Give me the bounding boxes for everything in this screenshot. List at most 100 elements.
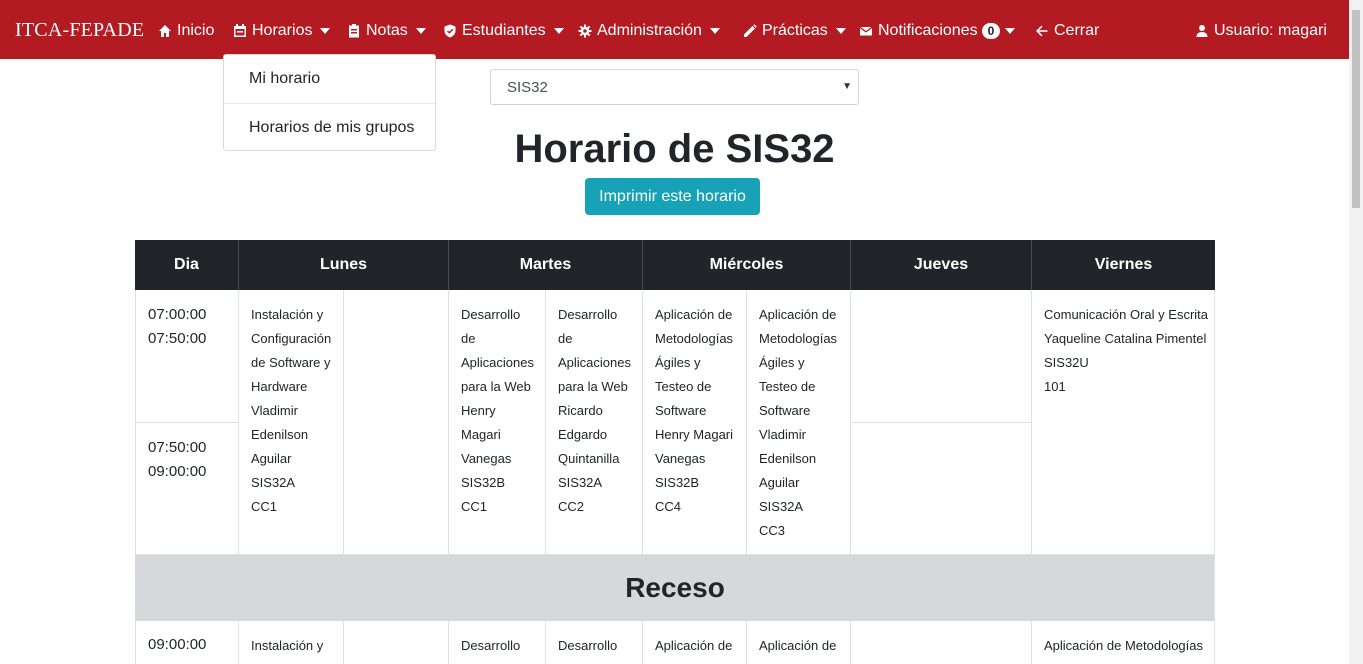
class-cell-martes-1[interactable]: Desarrollo de Aplicaciones para la Web Henry… [448,290,545,555]
class-info-line: SIS32A [558,475,603,490]
class-cell-miercoles-1-b2[interactable]: Aplicación de [642,621,746,664]
class-cell-miercoles-2-b2[interactable]: Aplicación de [746,621,850,664]
class-cell-martes-1-b2[interactable]: Desarrollo [448,621,545,664]
class-info-line: Yaqueline Catalina Pimentel [1044,331,1207,346]
class-info-line: CC1 [461,499,488,514]
empty-cell-lunes-b2 [343,621,448,664]
nav-estudiantes[interactable]: Estudiantes [443,20,564,42]
header-lunes: Lunes [238,240,448,290]
class-info-line: Aplicaciones [558,355,631,370]
class-info-line: CC1 [251,499,278,514]
class-cell-lunes[interactable]: Instalación y Configuración de Software y H… [238,290,343,555]
class-info-line: Software [655,403,707,418]
nav-estudiantes-label: Estudiantes [462,22,546,39]
class-info-line: CC4 [655,499,682,514]
class-cell-miercoles-1[interactable]: Aplicación de Metodologías Ágiles y Testeo … [642,290,746,555]
notification-count-badge: 0 [981,23,1001,39]
nav-cerrar[interactable]: Cerrar [1035,20,1099,42]
pencil-icon [743,24,757,38]
class-info-line: Testeo de [655,379,712,394]
class-cell-lunes-b2[interactable]: Instalación y [238,621,343,664]
clipboard-icon [347,24,361,38]
dropdown-item-horarios-grupos[interactable]: Horarios de mis grupos [224,104,435,152]
brand-logo[interactable]: ITCA-FEPADE [15,19,144,42]
class-info-line: Edgardo [558,427,608,442]
class-info-line: SIS32A [251,475,296,490]
class-info-line: Aguilar [759,475,800,490]
class-info-line: Metodologías [655,331,734,346]
select-arrow-icon: ▼ [842,81,852,92]
class-info-line: Metodologías [759,331,838,346]
class-cell-martes-2-b2[interactable]: Desarrollo [545,621,642,664]
class-cell-martes-2[interactable]: Desarrollo de Aplicaciones para la Web Ricar… [545,290,642,555]
user-icon [1195,24,1209,38]
time-slot-1: 07:00:00 07:50:00 [135,290,238,423]
group-select[interactable]: SIS32 ▼ [490,69,859,105]
group-select-value: SIS32 [507,79,548,96]
chevron-down-icon [320,28,331,34]
class-info-line: Aplicaciones [461,355,534,370]
class-info-line: Desarrollo [461,307,521,322]
class-info-line: de [558,331,573,346]
empty-cell-lunes [343,290,448,555]
class-cell-viernes[interactable]: Comunicación Oral y Escrita Yaqueline Cat… [1031,290,1215,555]
header-dia: Dia [174,256,199,273]
class-cell-miercoles-2[interactable]: Aplicación de Metodologías Ágiles y Testeo … [746,290,850,555]
class-info-line: Henry Magari [655,427,734,442]
header-miercoles: Miércoles [642,240,850,290]
nav-practicas-label: Prácticas [762,22,828,39]
schedule-table: Dia Lunes Martes Miércoles Jueves Vierne… [135,240,1215,664]
class-info-line: SIS32U [1044,355,1089,370]
class-info-line: Comunicación Oral y Escrita [1044,307,1208,322]
dropdown-item-mi-horario[interactable]: Mi horario [224,55,435,103]
class-info-line: para la Web [461,379,531,394]
nav-horarios-label: Horarios [252,22,313,39]
class-info-line: Vladimir [759,427,806,442]
nav-notificaciones[interactable]: Notificaciones 0 [859,20,1016,42]
class-info-line: Software [759,403,811,418]
nav-cerrar-label: Cerrar [1054,22,1100,39]
nav-notas-label: Notas [366,22,408,39]
class-info-line: Vanegas [655,451,706,466]
class-info-line: CC3 [759,523,786,538]
nav-practicas[interactable]: Prácticas [743,20,846,42]
recess-row: Receso [135,555,1215,621]
page-scrollbar[interactable] [1349,0,1363,664]
header-jueves: Jueves [850,240,1031,290]
header-viernes: Viernes [1031,240,1215,290]
class-info-line: Aplicación de [759,307,837,322]
class-cell-viernes-b2[interactable]: Aplicación de Metodologías [1031,621,1215,664]
time-slot-3: 09:00:00 [135,621,238,664]
home-icon [158,24,172,38]
nav-notificaciones-label: Notificaciones [878,22,978,39]
nav-horarios[interactable]: Horarios [233,20,331,42]
class-info-line: Ágiles y [759,355,805,370]
class-info-line: Edenilson [759,451,817,466]
chevron-down-icon [1005,28,1016,34]
print-schedule-button[interactable]: Imprimir este horario [585,178,760,215]
chevron-down-icon [835,28,846,34]
class-info-line: Desarrollo [558,307,618,322]
class-info-line: Vanegas [461,451,512,466]
table-right-border [1214,290,1215,664]
nav-user-label: Usuario: magari [1214,22,1327,39]
class-info-line: SIS32B [461,475,506,490]
page-title: Horario de SIS32 [514,127,835,171]
class-info-line: SIS32A [759,499,804,514]
class-info-line: Aguilar [251,451,292,466]
nav-inicio-label: Inicio [177,22,215,39]
nav-notas[interactable]: Notas [347,20,426,42]
calendar-icon [233,24,247,38]
scrollbar-thumb[interactable] [1352,10,1360,208]
class-info-line: Hardware [251,379,308,394]
nav-user[interactable]: Usuario: magari [1195,20,1327,42]
nav-administracion[interactable]: Administración [578,20,720,42]
class-info-line: Quintanilla [558,451,620,466]
nav-inicio[interactable]: Inicio [158,20,214,42]
shield-icon [443,24,457,38]
chevron-down-icon [553,28,564,34]
class-info-line: Testeo de [759,379,816,394]
empty-cell-jueves-2 [850,423,1031,555]
class-info-line: Magari [461,427,501,442]
class-info-line: Edenilson [251,427,309,442]
